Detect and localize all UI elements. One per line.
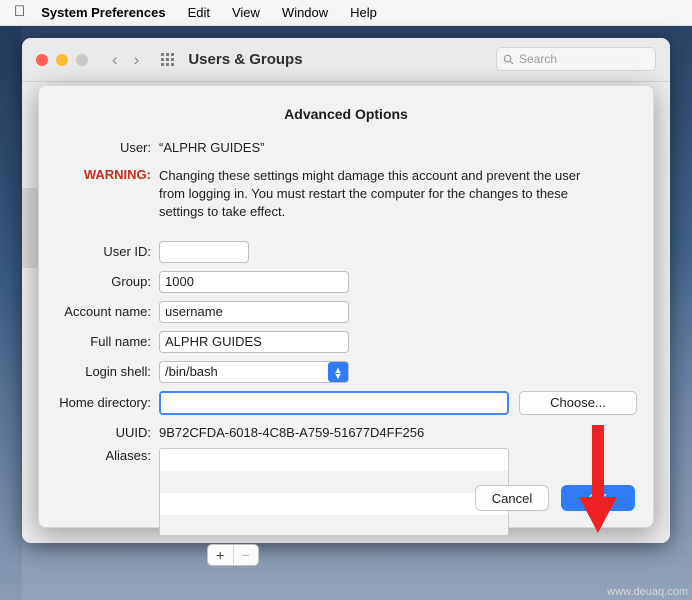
desktop-left-gradient bbox=[0, 26, 22, 600]
remove-alias-button[interactable]: − bbox=[233, 544, 258, 565]
apple-icon[interactable]:  bbox=[14, 4, 25, 19]
list-item[interactable] bbox=[160, 493, 508, 515]
uuid-label: UUID: bbox=[115, 424, 151, 440]
sidebar-placeholder bbox=[22, 188, 38, 268]
login-shell-input[interactable] bbox=[159, 360, 349, 383]
page-title: Users & Groups bbox=[188, 51, 303, 68]
warning-row: WARNING: Changing these settings might d… bbox=[39, 167, 653, 221]
menu-item-help[interactable]: Help bbox=[350, 5, 377, 20]
cancel-button[interactable]: Cancel bbox=[475, 485, 549, 511]
user-value: “ALPHR GUIDES” bbox=[159, 140, 265, 155]
advanced-options-dialog: Advanced Options User: “ALPHR GUIDES” WA… bbox=[38, 85, 654, 566]
group-input[interactable] bbox=[159, 270, 349, 293]
red-down-arrow-icon bbox=[579, 425, 617, 533]
user-id-input[interactable] bbox=[159, 240, 249, 263]
fields-group: User ID: Group: Account name: Full name:… bbox=[39, 240, 653, 566]
choose-button[interactable]: Choose... bbox=[519, 390, 637, 415]
search-icon bbox=[503, 54, 514, 65]
group-label: Group: bbox=[111, 274, 151, 290]
login-shell-combo[interactable]: ▲▼ bbox=[159, 360, 349, 383]
home-directory-row: Home directory: Choose... bbox=[39, 390, 653, 415]
chevron-left-icon[interactable]: ‹ bbox=[112, 50, 118, 70]
grid-icon[interactable] bbox=[161, 53, 175, 66]
window-traffic-lights bbox=[36, 53, 88, 66]
home-directory-input[interactable] bbox=[159, 390, 509, 415]
user-row: User: “ALPHR GUIDES” bbox=[39, 140, 653, 155]
account-name-input[interactable] bbox=[159, 300, 349, 323]
chevron-right-icon[interactable]: › bbox=[134, 50, 140, 70]
full-name-row: Full name: bbox=[39, 330, 653, 353]
menu-item-view[interactable]: View bbox=[232, 5, 260, 20]
warning-text: Changing these settings might damage thi… bbox=[159, 168, 581, 219]
zoom-button bbox=[76, 53, 88, 66]
list-item[interactable] bbox=[160, 449, 508, 471]
watermark: www.deuaq.com bbox=[607, 586, 688, 598]
list-item[interactable] bbox=[160, 470, 508, 493]
warning-label: WARNING: bbox=[83, 167, 151, 182]
uuid-row: UUID: 9B72CFDA-6018-4C8B-A759-51677D4FF2… bbox=[39, 425, 653, 440]
aliases-label: Aliases: bbox=[105, 447, 151, 463]
minimize-button[interactable] bbox=[56, 53, 68, 66]
login-shell-label: Login shell: bbox=[85, 364, 151, 380]
menu-item-system-preferences[interactable]: System Preferences bbox=[41, 5, 165, 20]
search-placeholder-text: Search bbox=[519, 52, 558, 66]
account-name-label: Account name: bbox=[64, 304, 151, 320]
login-shell-row: Login shell: ▲▼ bbox=[39, 360, 653, 383]
dialog-title: Advanced Options bbox=[284, 106, 408, 122]
window-titlebar: ‹ › Users & Groups Search bbox=[22, 38, 670, 82]
menu-item-window[interactable]: Window bbox=[282, 5, 328, 20]
aliases-add-remove-controls: + − bbox=[207, 543, 259, 566]
menu-item-edit[interactable]: Edit bbox=[188, 5, 210, 20]
menu-bar:  System Preferences Edit View Window He… bbox=[0, 0, 692, 26]
search-field[interactable]: Search bbox=[496, 47, 656, 71]
user-label: User: bbox=[119, 140, 151, 155]
full-name-input[interactable] bbox=[159, 330, 349, 353]
window-nav-arrows: ‹ › bbox=[112, 50, 139, 70]
uuid-value: 9B72CFDA-6018-4C8B-A759-51677D4FF256 bbox=[159, 424, 425, 440]
full-name-label: Full name: bbox=[90, 334, 151, 350]
user-id-label: User ID: bbox=[103, 244, 151, 260]
account-name-row: Account name: bbox=[39, 300, 653, 323]
group-row: Group: bbox=[39, 270, 653, 293]
add-alias-button[interactable]: + bbox=[208, 544, 234, 565]
close-button[interactable] bbox=[36, 53, 48, 66]
user-id-row: User ID: bbox=[39, 240, 653, 263]
chevron-updown-icon[interactable]: ▲ ▼ bbox=[328, 361, 348, 382]
aliases-list[interactable] bbox=[159, 447, 509, 536]
home-directory-label: Home directory: bbox=[59, 395, 151, 411]
list-item[interactable] bbox=[160, 514, 508, 535]
